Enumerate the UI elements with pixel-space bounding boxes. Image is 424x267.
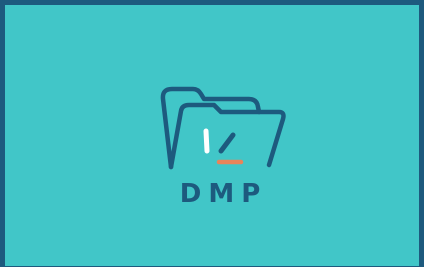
dmp-logo: DMP (151, 79, 289, 211)
check-navy-stroke (218, 132, 236, 154)
check-white-stroke (203, 128, 210, 154)
open-folder-check-icon (160, 86, 286, 170)
splash-screen: DMP (0, 0, 424, 267)
folder-front-outline (168, 102, 286, 170)
logo-wordmark: DMP (179, 179, 268, 209)
